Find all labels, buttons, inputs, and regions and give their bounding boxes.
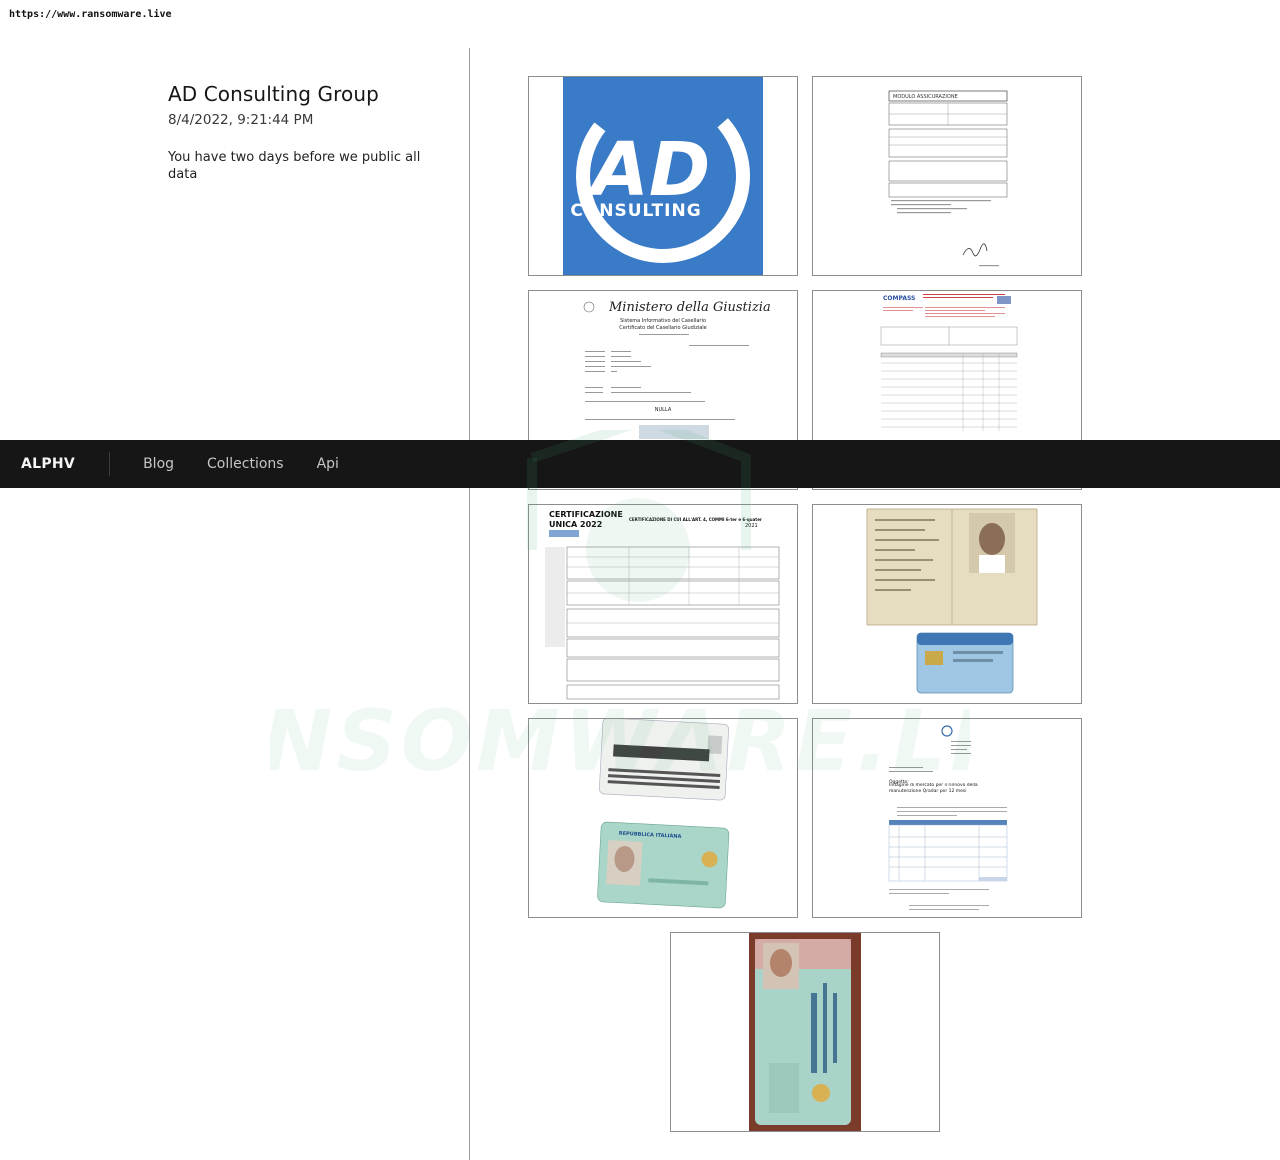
gallery-image-id-documents[interactable] (812, 504, 1082, 704)
tax-form-title-1: CERTIFICAZIONE (549, 510, 623, 519)
nav-link-api[interactable]: Api (317, 456, 339, 472)
certificate-title: Ministero della Giustizia (608, 300, 771, 315)
ad-consulting-logo: AD CONSULTING (563, 77, 763, 275)
gallery-image-tax-form[interactable]: CERTIFICAZIONE UNICA 2022 CERTIFICAZIONE… (528, 504, 798, 704)
nav-link-blog[interactable]: Blog (143, 456, 174, 472)
brand-logo[interactable]: ALPHV (21, 456, 75, 472)
top-navbar: ALPHV Blog Collections Api (0, 440, 1280, 488)
form-header: MODULO ASSICURAZIONE (893, 94, 958, 100)
certificate-result: NULLA (655, 407, 672, 413)
post-title: AD Consulting Group (168, 82, 379, 106)
invoice-brand: COMPASS (883, 295, 915, 302)
tax-form-title-2: UNICA 2022 (549, 520, 602, 529)
nav-separator (109, 452, 111, 476)
post-message: You have two days before we public all d… (168, 150, 421, 182)
logo-text-consulting: CONSULTING (570, 201, 701, 221)
gallery-image-id-card[interactable]: REPUBBLICA ITALIANA (528, 718, 798, 918)
certificate-subtitle-2: Certificato del Casellario Giudiziale (619, 325, 706, 331)
gallery-image-letter[interactable]: Oggetto: Indagine di mercato per il rinn… (812, 718, 1082, 918)
certificate-subtitle-1: Sistema Informativo del Casellario (620, 318, 706, 324)
tax-form-year: 2021 (745, 523, 758, 529)
gallery-image-logo[interactable]: AD CONSULTING (528, 76, 798, 276)
nav-link-collections[interactable]: Collections (207, 456, 284, 472)
tax-form-subtitle: CERTIFICAZIONE DI CUI ALL'ART. 4, COMMI … (629, 517, 762, 522)
gallery-image-id-photo[interactable] (670, 932, 940, 1132)
column-divider (469, 48, 470, 1160)
gallery-image-form[interactable]: MODULO ASSICURAZIONE (812, 76, 1082, 276)
page-url: https://www.ransomware.live (9, 9, 172, 20)
letter-subject: Indagine di mercato per il rinnovo della… (889, 783, 978, 794)
post-details: AD Consulting Group 8/4/2022, 9:21:44 PM… (168, 82, 438, 183)
post-date: 8/4/2022, 9:21:44 PM (168, 112, 314, 128)
